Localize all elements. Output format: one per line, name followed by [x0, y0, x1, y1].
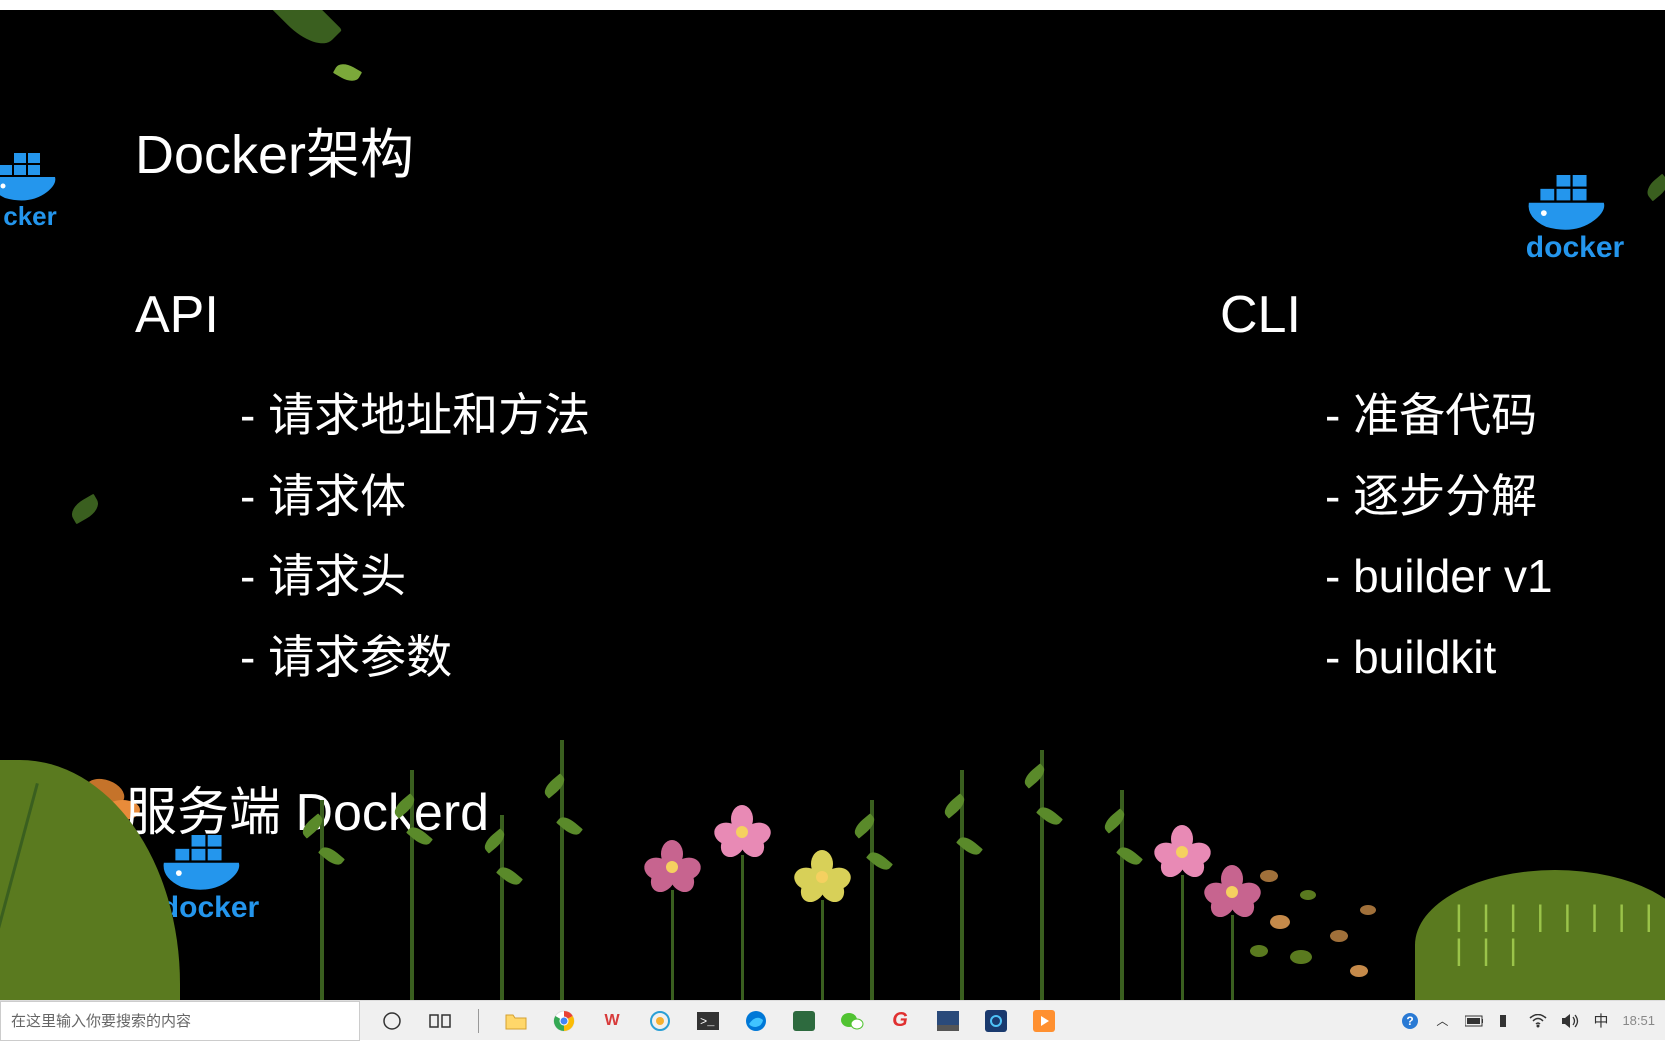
browser-icon[interactable]	[648, 1009, 672, 1033]
api-item: - 请求参数	[240, 617, 590, 698]
cli-item: - 逐步分解	[1325, 456, 1553, 537]
cortana-icon[interactable]	[380, 1009, 404, 1033]
docker-logo-icon: docker	[1515, 160, 1635, 265]
docker-logo-text: docker	[1515, 231, 1635, 265]
edge-icon[interactable]	[744, 1009, 768, 1033]
api-item: - 请求体	[240, 456, 590, 537]
cli-item: - builder v1	[1325, 536, 1553, 617]
task-view-icon[interactable]	[428, 1009, 452, 1033]
wechat-icon[interactable]	[840, 1009, 864, 1033]
cli-item: - 准备代码	[1325, 375, 1553, 456]
search-input[interactable]: 在这里输入你要搜索的内容	[0, 1001, 360, 1041]
cli-section: CLI - 准备代码 - 逐步分解 - builder v1 - buildki…	[1220, 285, 1553, 697]
battery-icon[interactable]	[1465, 1012, 1483, 1030]
taskbar-app-icons: W >_ G	[380, 1009, 1056, 1033]
app-icon[interactable]	[792, 1009, 816, 1033]
taskbar-separator	[476, 1009, 480, 1033]
system-tray: ? ︿ 中 18:51	[1401, 1012, 1655, 1030]
help-icon[interactable]: ?	[1401, 1012, 1419, 1030]
docker-logo-text: cker	[0, 201, 75, 232]
search-placeholder: 在这里输入你要搜索的内容	[11, 1010, 191, 1031]
slide-subtitle: 服务端 Dockerd	[125, 770, 489, 845]
chrome-icon[interactable]	[552, 1009, 576, 1033]
cli-header: CLI	[1220, 285, 1553, 345]
api-section: API - 请求地址和方法 - 请求体 - 请求头 - 请求参数	[135, 285, 590, 697]
volume-icon[interactable]	[1561, 1012, 1579, 1030]
tray-expand-icon[interactable]: ︿	[1433, 1012, 1451, 1030]
leaf-decoration	[333, 60, 362, 85]
ime-indicator[interactable]: 中	[1593, 1012, 1608, 1030]
api-item: - 请求头	[240, 536, 590, 617]
slide-title: Docker架构	[135, 110, 414, 189]
top-browser-bar	[0, 0, 1665, 10]
api-item: - 请求地址和方法	[240, 375, 590, 456]
svg-text:>_: >_	[700, 1015, 715, 1029]
leaf-decoration	[268, 10, 342, 55]
app-icon[interactable]	[984, 1009, 1008, 1033]
app-tray-icon[interactable]	[1497, 1012, 1515, 1030]
leaf-decoration	[1643, 174, 1665, 202]
media-player-icon[interactable]	[1032, 1009, 1056, 1033]
clock[interactable]: 18:51	[1622, 1012, 1655, 1030]
app-icon[interactable]: G	[888, 1009, 912, 1033]
wps-icon[interactable]: W	[600, 1009, 624, 1033]
api-header: API	[135, 285, 590, 345]
leaf-decoration	[68, 494, 103, 525]
wifi-icon[interactable]	[1529, 1012, 1547, 1030]
app-icon[interactable]	[936, 1009, 960, 1033]
presentation-slide: Docker架构 cker docker	[0, 10, 1665, 1000]
cli-item: - buildkit	[1325, 617, 1553, 698]
docker-logo-icon: cker	[0, 140, 75, 232]
file-explorer-icon[interactable]	[504, 1009, 528, 1033]
svg-text:?: ?	[1407, 1014, 1414, 1028]
docker-logo-text: docker	[150, 891, 270, 925]
windows-taskbar[interactable]: 在这里输入你要搜索的内容 W >_ G ? ︿ 中 18:51	[0, 1000, 1665, 1040]
terminal-icon[interactable]: >_	[696, 1009, 720, 1033]
